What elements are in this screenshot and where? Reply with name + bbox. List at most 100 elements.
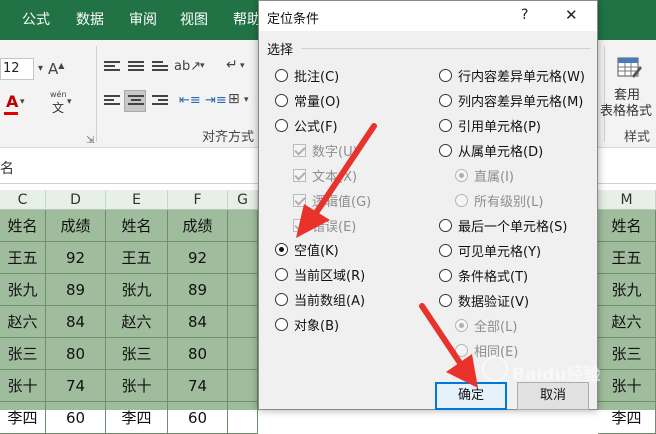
table-cell[interactable] (228, 402, 258, 434)
table-cell[interactable]: 74 (46, 370, 106, 402)
increase-indent-button[interactable]: ⇥≡ (202, 90, 227, 112)
header-cell[interactable]: 成绩 (168, 210, 228, 242)
radio-label: 所有级别(L) (474, 194, 544, 210)
table-cell[interactable]: 张九 (106, 274, 168, 306)
header-cell[interactable]: 成绩 (46, 210, 106, 242)
align-middle-button[interactable] (124, 56, 146, 78)
right-option-0[interactable]: 行内容差异单元格(W) (439, 65, 585, 85)
font-size-field[interactable]: 12 (0, 58, 34, 80)
left-option-3[interactable]: 空值(K) (275, 239, 339, 259)
table-cell[interactable]: 92 (46, 242, 106, 274)
col-header-g[interactable]: G (228, 190, 258, 210)
format-as-table-icon[interactable] (616, 54, 642, 80)
font-color-dropdown-icon[interactable]: ▾ (20, 98, 25, 107)
table-cell[interactable]: 李四 (598, 402, 656, 434)
col-header-m[interactable]: M (598, 190, 656, 210)
radio-label: 列内容差异单元格(M) (458, 94, 584, 110)
table-cell[interactable] (228, 242, 258, 274)
table-cell[interactable]: 80 (46, 338, 106, 370)
table-cell[interactable]: 赵六 (106, 306, 168, 338)
ribbon-separator-right (604, 46, 605, 142)
help-button[interactable]: ? (521, 7, 528, 23)
table-cell[interactable] (228, 274, 258, 306)
align-top-button[interactable] (100, 56, 122, 78)
right-option-6[interactable]: 最后一个单元格(S) (439, 215, 567, 235)
table-cell[interactable]: 张十 (106, 370, 168, 402)
table-cell[interactable]: 张三 (0, 338, 46, 370)
phonetic-dropdown-icon[interactable]: ▾ (67, 98, 72, 107)
align-left-button[interactable] (100, 90, 122, 112)
right-option-1[interactable]: 列内容差异单元格(M) (439, 90, 583, 110)
radio-label: 条件格式(T) (458, 269, 529, 285)
col-header-f[interactable]: F (168, 190, 228, 210)
orientation-icon[interactable]: ab↗ (174, 60, 201, 73)
name-box[interactable]: 名 (0, 158, 14, 178)
left-option-6[interactable]: 对象(B) (275, 314, 339, 334)
right-option-7[interactable]: 可见单元格(Y) (439, 240, 541, 260)
merge-dropdown-icon[interactable]: ▾ (244, 96, 249, 105)
left-option-4[interactable]: 当前区域(R) (275, 264, 365, 284)
align-top-icon (104, 61, 120, 73)
table-cell[interactable] (228, 338, 258, 370)
table-cell[interactable]: 74 (168, 370, 228, 402)
col-header-d[interactable]: D (46, 190, 106, 210)
align-right-icon (152, 95, 168, 107)
font-dialog-launcher-icon[interactable]: ⇲ (86, 136, 94, 146)
radio-label: 最后一个单元格(S) (458, 219, 568, 235)
align-right-button[interactable] (148, 90, 170, 112)
section-divider (301, 48, 591, 49)
table-cell[interactable]: 王五 (106, 242, 168, 274)
header-cell[interactable]: 姓名 (0, 210, 46, 242)
wrap-text-icon[interactable]: ↵ (226, 58, 238, 72)
orientation-dropdown-icon[interactable]: ▾ (200, 62, 205, 71)
table-cell[interactable] (228, 306, 258, 338)
right-option-8[interactable]: 条件格式(T) (439, 265, 528, 285)
table-cell[interactable]: 王五 (598, 242, 656, 274)
watermark-text: Baidu经验 (512, 365, 601, 385)
align-bottom-button[interactable] (148, 56, 170, 78)
align-center-button[interactable] (124, 90, 146, 112)
tab-data[interactable]: 数据 (76, 0, 104, 40)
table-cell[interactable]: 李四 (0, 402, 46, 434)
font-size-dropdown-icon[interactable]: ▾ (38, 64, 43, 74)
phonetic-guide-icon[interactable]: wén (50, 90, 67, 99)
table-cell[interactable]: 89 (46, 274, 106, 306)
table-cell[interactable]: 赵六 (598, 306, 656, 338)
right-option-2[interactable]: 引用单元格(P) (439, 115, 541, 135)
table-cell[interactable]: 89 (168, 274, 228, 306)
merge-center-icon[interactable]: ⊞ (228, 92, 240, 106)
table-cell[interactable]: 张九 (598, 274, 656, 306)
table-cell[interactable]: 李四 (106, 402, 168, 434)
table-cell[interactable] (228, 370, 258, 402)
table-cell[interactable]: 张十 (0, 370, 46, 402)
font-color-icon[interactable]: A (6, 94, 18, 110)
tab-review[interactable]: 审阅 (129, 0, 157, 40)
wrap-text-dropdown-icon[interactable]: ▾ (240, 62, 245, 71)
left-option-1[interactable]: 常量(O) (275, 90, 340, 110)
decrease-indent-button[interactable]: ⇤≡ (176, 90, 201, 112)
radio-icon (455, 193, 468, 207)
table-cell[interactable]: 92 (168, 242, 228, 274)
header-cell[interactable]: 姓名 (598, 210, 656, 242)
tab-help[interactable]: 帮助 (233, 0, 261, 40)
grow-font-icon[interactable]: A▲ (48, 62, 64, 77)
table-cell[interactable]: 张三 (106, 338, 168, 370)
close-button[interactable]: ✕ (565, 6, 578, 24)
tab-view[interactable]: 视图 (180, 0, 208, 40)
tab-formulas[interactable]: 公式 (22, 0, 50, 40)
left-option-0[interactable]: 批注(C) (275, 65, 339, 85)
table-cell[interactable]: 84 (168, 306, 228, 338)
col-header-e[interactable]: E (106, 190, 168, 210)
table-cell[interactable]: 60 (46, 402, 106, 434)
table-cell[interactable]: 赵六 (0, 306, 46, 338)
left-option-5[interactable]: 当前数组(A) (275, 289, 365, 309)
header-cell[interactable]: 姓名 (106, 210, 168, 242)
table-cell[interactable]: 60 (168, 402, 228, 434)
table-cell[interactable]: 80 (168, 338, 228, 370)
table-cell[interactable]: 王五 (0, 242, 46, 274)
table-cell[interactable]: 张九 (0, 274, 46, 306)
col-header-c[interactable]: C (0, 190, 46, 210)
header-cell[interactable] (228, 210, 258, 242)
right-option-3[interactable]: 从属单元格(D) (439, 140, 543, 160)
table-cell[interactable]: 84 (46, 306, 106, 338)
